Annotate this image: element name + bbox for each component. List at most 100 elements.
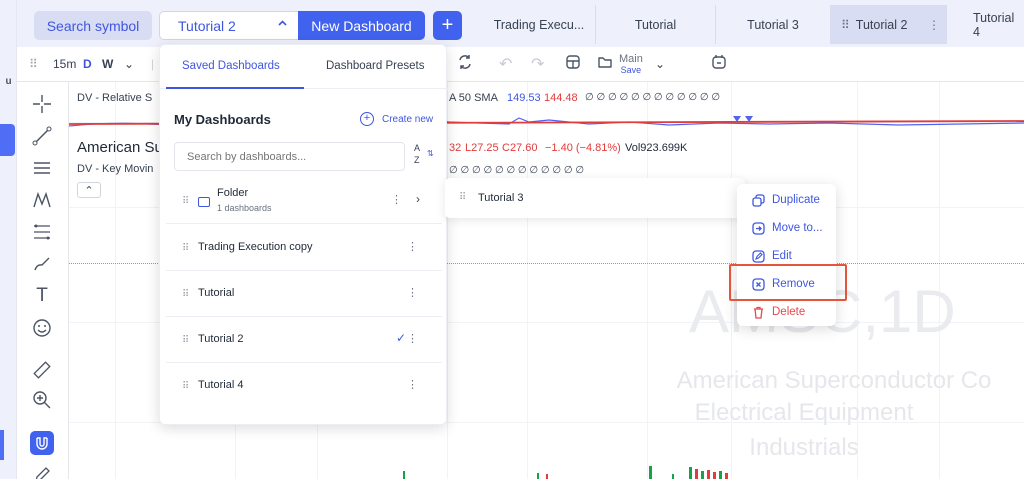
sort-a-label: A (414, 143, 421, 153)
new-dashboard-button[interactable]: New Dashboard (298, 11, 425, 40)
tab-tutorial-2[interactable]: ⠿ Tutorial 2 ⋮ (831, 5, 947, 44)
add-dashboard-button[interactable]: + (433, 11, 462, 40)
dashboard-row-tutorial-4[interactable]: ⠿ Tutorial 4 ⋮ (166, 364, 442, 409)
sort-z-label: Z (414, 155, 420, 165)
more-options-icon[interactable]: ⋮ (407, 240, 418, 253)
redo-icon[interactable]: ↷ (531, 54, 544, 74)
tab-label: Tutorial 3 (747, 17, 799, 32)
tab-dashboard-presets[interactable]: Dashboard Presets (326, 60, 424, 72)
interval-chevron-down-icon[interactable]: ⌄ (124, 57, 134, 71)
rs-indicator-label: DV - Relative S (77, 92, 153, 104)
plus-circle-icon: + (360, 112, 374, 126)
more-options-icon[interactable]: ⋮ (391, 193, 402, 206)
pattern-icon[interactable] (30, 188, 54, 212)
more-options-icon[interactable]: ⋮ (407, 286, 418, 299)
zoom-in-icon[interactable] (30, 388, 54, 412)
layout-icon[interactable] (565, 54, 581, 75)
interval-15m[interactable]: 15m (53, 57, 76, 71)
tab-label: Tutorial (634, 17, 677, 32)
dropdown-tabs: Saved Dashboards Dashboard Presets (160, 45, 448, 89)
tab-saved-dashboards[interactable]: Saved Dashboards (182, 60, 280, 72)
undo-icon[interactable]: ↶ (499, 54, 512, 74)
symbol-name-label: American Su (77, 139, 163, 156)
trend-line-icon[interactable] (30, 124, 54, 148)
watermark-company: American Superconductor Co (676, 367, 992, 394)
my-dashboards-title: My Dashboards (174, 112, 271, 127)
collapse-indicators-button[interactable]: ⌃ (77, 182, 101, 198)
dashboard-row-tutorial[interactable]: ⠿ Tutorial ⋮ (166, 272, 442, 317)
main-save-control[interactable]: Main Save (619, 54, 643, 76)
delete-menu-item[interactable]: Delete (751, 305, 805, 319)
sort-az-button[interactable]: A Z ⇅ (414, 142, 434, 166)
trash-icon (751, 305, 765, 319)
drag-handle-icon[interactable]: ⠿ (182, 196, 189, 207)
more-options-icon[interactable]: ⋮ (407, 332, 418, 345)
brush-icon[interactable] (30, 252, 54, 276)
move-icon (751, 221, 765, 235)
folder-row[interactable]: ⠿ Folder 1 dashboards ⋮ › (166, 179, 442, 224)
move-to-menu-item[interactable]: Move to... (751, 221, 823, 235)
folder-icon[interactable] (597, 54, 613, 75)
ohlc-change: −1.40 (−4.81%) (545, 142, 621, 154)
drag-handle-icon[interactable]: ⠿ (459, 192, 466, 203)
edit-menu-item[interactable]: Edit (751, 249, 792, 263)
top-bar: Search symbol Tutorial 2 New Dashboard +… (17, 0, 1024, 47)
drag-handle-icon[interactable]: ⠿ (182, 381, 189, 392)
create-new-button[interactable]: + Create new (360, 112, 433, 126)
tab-trading-execution[interactable]: Trading Execu... (483, 5, 596, 44)
ruler-icon[interactable] (30, 358, 54, 382)
dashboard-name: Tutorial (198, 287, 235, 299)
drag-handle-icon[interactable]: ⠿ (182, 335, 189, 346)
duplicate-label: Duplicate (772, 194, 820, 206)
interval-d[interactable]: D (83, 57, 92, 71)
active-panel-indicator[interactable] (0, 124, 15, 156)
edit-label: Edit (772, 250, 792, 262)
interval-w[interactable]: W (102, 57, 113, 71)
dashboard-search-input[interactable] (174, 142, 405, 171)
fib-retracement-icon[interactable] (30, 220, 54, 244)
tab-tutorial-4[interactable]: Tutorial 4 (947, 5, 1024, 44)
folder-submenu: ⠿ Tutorial 3 (445, 178, 745, 218)
active-tool-indicator (0, 430, 4, 460)
chevron-up-icon (277, 18, 288, 32)
drag-handle-icon[interactable]: ⠿ (182, 243, 189, 254)
dashboard-context-menu: Duplicate Move to... Edit Remove Delete (737, 184, 836, 326)
emoji-icon[interactable] (30, 316, 54, 340)
horizontal-lines-icon[interactable] (30, 156, 54, 180)
dashboard-row-trading-execution-copy[interactable]: ⠿ Trading Execution copy ⋮ (166, 226, 442, 271)
duplicate-menu-item[interactable]: Duplicate (751, 193, 820, 207)
more-options-icon[interactable]: ⋮ (407, 378, 418, 391)
rs-sma-label: A 50 SMA (449, 92, 498, 104)
dashboard-row-tutorial-2[interactable]: ⠿ Tutorial 2 ✓ ⋮ (166, 318, 442, 363)
magnet-icon[interactable] (30, 431, 54, 455)
create-new-label: Create new (382, 113, 434, 125)
chevron-right-icon[interactable]: › (416, 192, 420, 206)
duplicate-icon (751, 193, 765, 207)
refresh-icon[interactable] (457, 54, 473, 75)
dashboard-selector[interactable]: Tutorial 2 (159, 11, 299, 40)
tab-tutorial[interactable]: Tutorial (596, 5, 716, 44)
grid-line (447, 82, 448, 479)
save-label: Save (620, 65, 642, 75)
tab-tutorial-3[interactable]: Tutorial 3 (716, 5, 831, 44)
alarm-icon[interactable] (711, 54, 727, 75)
active-tab-underline (166, 87, 304, 89)
ohlc-l-tail: 32 (449, 142, 462, 154)
strip-label: u (5, 76, 12, 87)
drag-handle-icon[interactable]: ⠿ (841, 18, 850, 32)
text-tool-icon[interactable]: T (30, 284, 54, 308)
toolbar-drag-icon[interactable]: ⠿ (29, 57, 38, 71)
crosshair-icon[interactable] (30, 92, 54, 116)
save-chevron-down-icon[interactable]: ⌄ (655, 57, 665, 71)
key-moving-avg-label: DV - Key Movin (77, 163, 154, 175)
folder-name: Folder (217, 187, 249, 199)
candles (403, 466, 728, 479)
pencil-icon[interactable] (30, 463, 54, 479)
drag-handle-icon[interactable]: ⠿ (182, 289, 189, 300)
submenu-item-tutorial-3[interactable]: Tutorial 3 (478, 192, 523, 204)
search-symbol-button[interactable]: Search symbol (34, 11, 152, 40)
move-to-label: Move to... (772, 222, 823, 234)
far-left-strip: u (0, 0, 17, 479)
tab-label: Tutorial 4 (973, 10, 1015, 39)
more-options-icon[interactable]: ⋮ (928, 18, 940, 32)
